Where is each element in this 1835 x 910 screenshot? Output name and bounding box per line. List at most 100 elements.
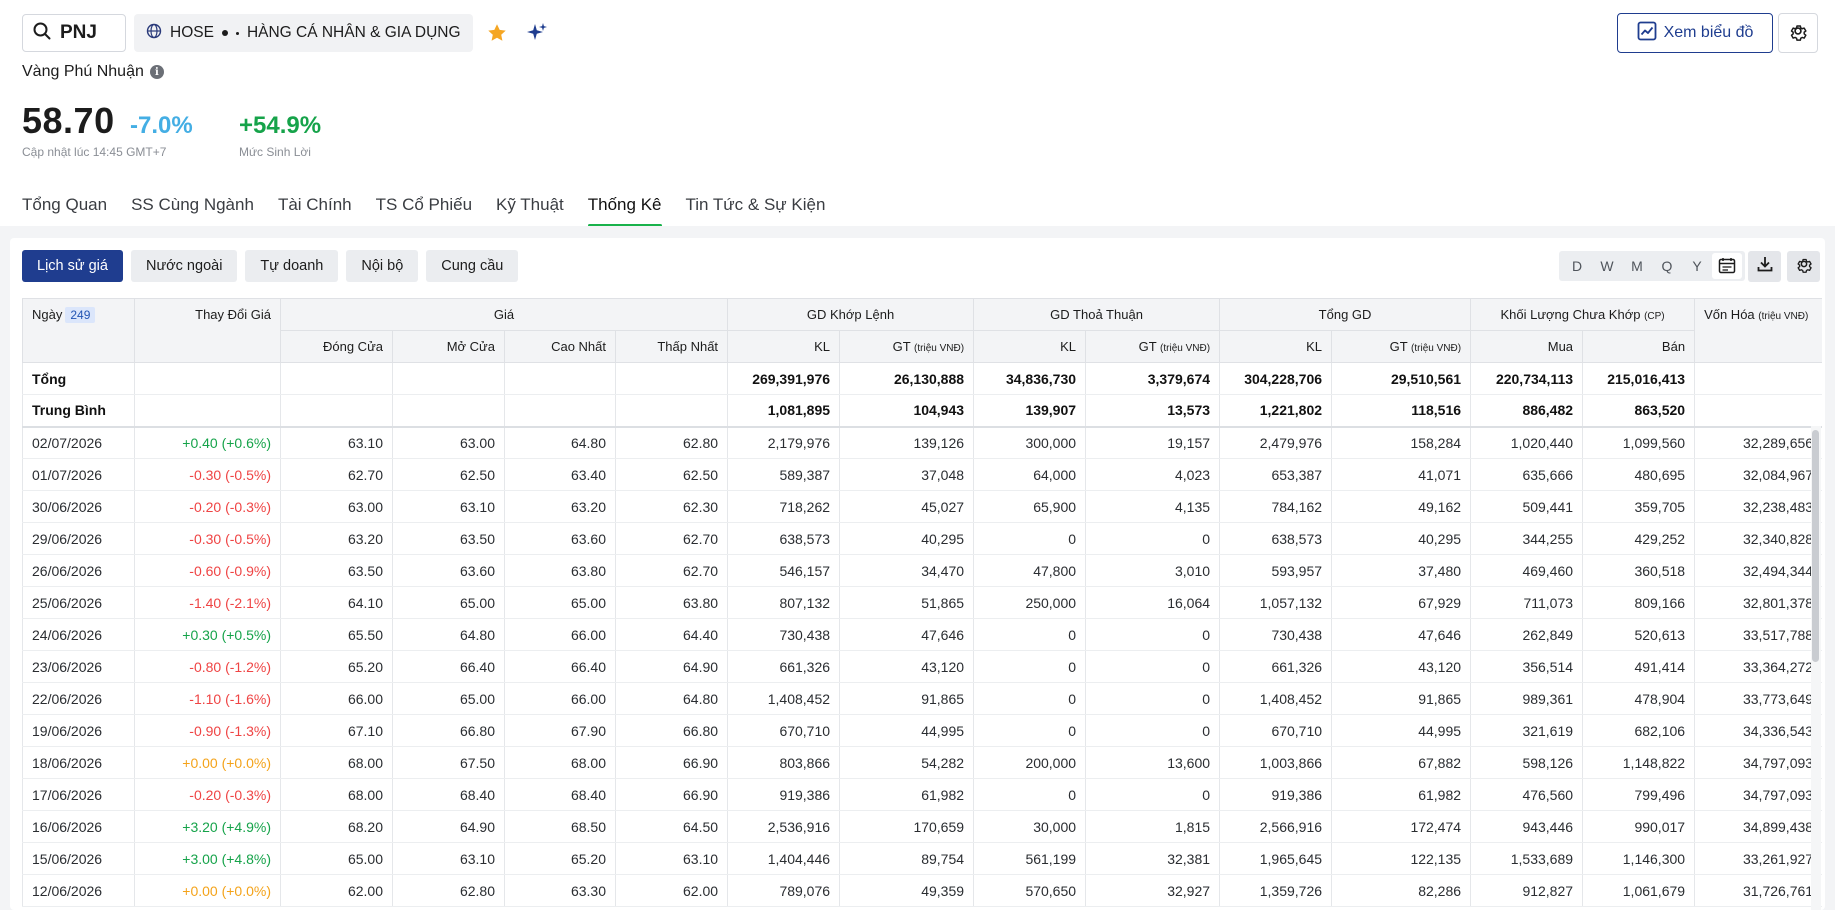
- col-matched-gt-header[interactable]: GT (triệu VNĐ): [839, 330, 975, 363]
- col-matched-kl-header[interactable]: KL: [727, 330, 841, 363]
- subtab-supply-demand[interactable]: Cung cầu: [426, 250, 519, 282]
- gear-icon: [1788, 21, 1808, 46]
- ticker-search-input[interactable]: PNJ: [22, 14, 126, 52]
- subtab-foreign[interactable]: Nước ngoài: [130, 250, 238, 282]
- table-row[interactable]: 02/07/2026 +0.40 (+0.6%) 63.10 63.00 64.80 62…: [22, 426, 1822, 459]
- cell-n-kl: 47,800: [973, 554, 1087, 587]
- table-row[interactable]: 26/06/2026 -0.60 (-0.9%) 63.50 63.60 63.80 62…: [22, 554, 1822, 587]
- gt-unit: (triệu VNĐ): [1411, 343, 1462, 354]
- col-high-header[interactable]: Cao Nhất: [504, 330, 616, 363]
- cell-high: 65.00: [504, 586, 616, 619]
- col-date-header[interactable]: Ngày 249: [22, 298, 135, 363]
- view-chart-button[interactable]: Xem biểu đồ: [1617, 13, 1773, 53]
- subtab-price-history[interactable]: Lịch sử giá: [22, 250, 123, 282]
- period-quarter[interactable]: Q: [1652, 253, 1682, 279]
- cell-t-gt: 61,982: [1331, 778, 1472, 811]
- favorite-star-icon[interactable]: [481, 17, 513, 49]
- cell-date: 15/06/2026: [22, 842, 135, 875]
- cell-date: 22/06/2026: [22, 682, 135, 715]
- exchange-industry-pill: HOSE HÀNG CÁ NHÂN & GIA DỤNG: [134, 14, 473, 52]
- tab-financials[interactable]: Tài Chính: [278, 195, 352, 225]
- cell-n-gt: 32,927: [1085, 874, 1221, 907]
- cell-sell: 1,146,300: [1582, 842, 1696, 875]
- col-close-header[interactable]: Đóng Cửa: [280, 330, 393, 363]
- cell-n-gt: 32,381: [1085, 842, 1221, 875]
- search-icon: [33, 22, 51, 45]
- period-year[interactable]: Y: [1682, 253, 1712, 279]
- summary-cell: 13,573: [1085, 394, 1221, 428]
- period-day[interactable]: D: [1562, 253, 1592, 279]
- col-change-header[interactable]: Thay Đổi Giá: [134, 298, 281, 363]
- table-row[interactable]: 12/06/2026 +0.00 (+0.0%) 62.00 62.80 63.30 62…: [22, 874, 1822, 907]
- cell-cap: 32,238,483: [1694, 490, 1822, 523]
- cell-t-kl: 638,573: [1219, 522, 1333, 555]
- cell-cap: 32,801,378: [1694, 586, 1822, 619]
- ai-sparkle-icon[interactable]: [521, 17, 553, 49]
- col-buy-header[interactable]: Mua: [1470, 330, 1584, 363]
- calendar-range-icon[interactable]: [1712, 253, 1742, 279]
- col-low-header[interactable]: Thấp Nhất: [614, 330, 729, 363]
- col-total-kl-header[interactable]: KL: [1219, 330, 1333, 363]
- cell-buy: 943,446: [1470, 810, 1584, 843]
- period-month[interactable]: M: [1622, 253, 1652, 279]
- cell-m-gt: 45,027: [839, 490, 975, 523]
- period-week[interactable]: W: [1592, 253, 1622, 279]
- table-row[interactable]: 25/06/2026 -1.40 (-2.1%) 64.10 65.00 65.00 63…: [22, 586, 1822, 619]
- cell-high: 63.20: [504, 490, 616, 523]
- col-total-gt-header[interactable]: GT (triệu VNĐ): [1331, 330, 1472, 363]
- table-row[interactable]: 23/06/2026 -0.80 (-1.2%) 65.20 66.40 66.40 64…: [22, 650, 1822, 683]
- tab-technical[interactable]: Kỹ Thuật: [496, 195, 564, 225]
- table-row[interactable]: 19/06/2026 -0.90 (-1.3%) 67.10 66.80 67.90 66…: [22, 714, 1822, 747]
- settings-button[interactable]: [1778, 13, 1818, 53]
- cell-chg: -1.40 (-2.1%): [134, 586, 281, 619]
- table-row[interactable]: 16/06/2026 +3.20 (+4.9%) 68.20 64.90 68.50 64…: [22, 810, 1822, 843]
- cell-n-gt: 0: [1085, 714, 1221, 747]
- cell-low: 66.90: [615, 778, 729, 811]
- cell-open: 63.10: [392, 842, 505, 875]
- cell-cap: 33,773,649: [1694, 682, 1822, 715]
- unmatched-unit: (CP): [1644, 311, 1665, 322]
- table-row[interactable]: 30/06/2026 -0.20 (-0.3%) 63.00 63.10 63.20 62…: [22, 490, 1822, 523]
- cell-t-kl: 1,359,726: [1219, 874, 1333, 907]
- cell-close: 68.20: [280, 810, 393, 843]
- cell-n-kl: 0: [973, 618, 1087, 651]
- cell-buy: 1,533,689: [1470, 842, 1584, 875]
- cell-date: 30/06/2026: [22, 490, 135, 523]
- col-negotiated-kl-header[interactable]: KL: [973, 330, 1087, 363]
- cell-close: 67.10: [280, 714, 393, 747]
- table-row[interactable]: 15/06/2026 +3.00 (+4.8%) 65.00 63.10 65.20 63…: [22, 842, 1822, 875]
- tab-industry-compare[interactable]: SS Cùng Ngành: [131, 195, 254, 225]
- table-row[interactable]: 01/07/2026 -0.30 (-0.5%) 62.70 62.50 63.40 62…: [22, 458, 1822, 491]
- tab-stock-assets[interactable]: TS Cổ Phiếu: [376, 195, 472, 225]
- cell-chg: +0.40 (+0.6%): [134, 426, 281, 459]
- table-row[interactable]: 22/06/2026 -1.10 (-1.6%) 66.00 65.00 66.00 64…: [22, 682, 1822, 715]
- col-negotiated-gt-header[interactable]: GT (triệu VNĐ): [1085, 330, 1221, 363]
- col-market-cap-header[interactable]: Vốn Hóa (triệu VNĐ): [1694, 298, 1822, 363]
- subtab-proprietary[interactable]: Tự doanh: [245, 250, 339, 282]
- tab-overview[interactable]: Tổng Quan: [22, 195, 107, 225]
- download-button[interactable]: [1748, 251, 1781, 282]
- col-open-header[interactable]: Mở Cửa: [392, 330, 505, 363]
- cell-t-gt: 37,480: [1331, 554, 1472, 587]
- table-row[interactable]: 24/06/2026 +0.30 (+0.5%) 65.50 64.80 66.00 64…: [22, 618, 1822, 651]
- info-icon[interactable]: i: [149, 65, 164, 79]
- cell-chg: +0.30 (+0.5%): [134, 618, 281, 651]
- tab-news-events[interactable]: Tin Tức & Sự Kiện: [686, 195, 826, 225]
- table-row[interactable]: 29/06/2026 -0.30 (-0.5%) 63.20 63.50 63.60 62…: [22, 522, 1822, 555]
- cell-cap: 32,084,967: [1694, 458, 1822, 491]
- col-sell-header[interactable]: Bán: [1582, 330, 1696, 363]
- cell-sell: 359,705: [1582, 490, 1696, 523]
- table-row[interactable]: 18/06/2026 +0.00 (+0.0%) 68.00 67.50 68.00 66…: [22, 746, 1822, 779]
- table-scrollbar-thumb[interactable]: [1812, 430, 1819, 662]
- cell-sell: 491,414: [1582, 650, 1696, 683]
- cell-t-gt: 43,120: [1331, 650, 1472, 683]
- cell-m-gt: 139,126: [839, 426, 975, 459]
- period-selector: D W M Q Y: [1559, 251, 1745, 281]
- table-row[interactable]: 17/06/2026 -0.20 (-0.3%) 68.00 68.40 68.40 66…: [22, 778, 1822, 811]
- cell-open: 65.00: [392, 586, 505, 619]
- table-settings-button[interactable]: [1787, 251, 1820, 282]
- cell-open: 62.50: [392, 458, 505, 491]
- cell-cap: 34,797,093: [1694, 778, 1822, 811]
- tab-statistics[interactable]: Thống Kê: [587, 195, 662, 227]
- subtab-insider[interactable]: Nội bộ: [346, 250, 419, 282]
